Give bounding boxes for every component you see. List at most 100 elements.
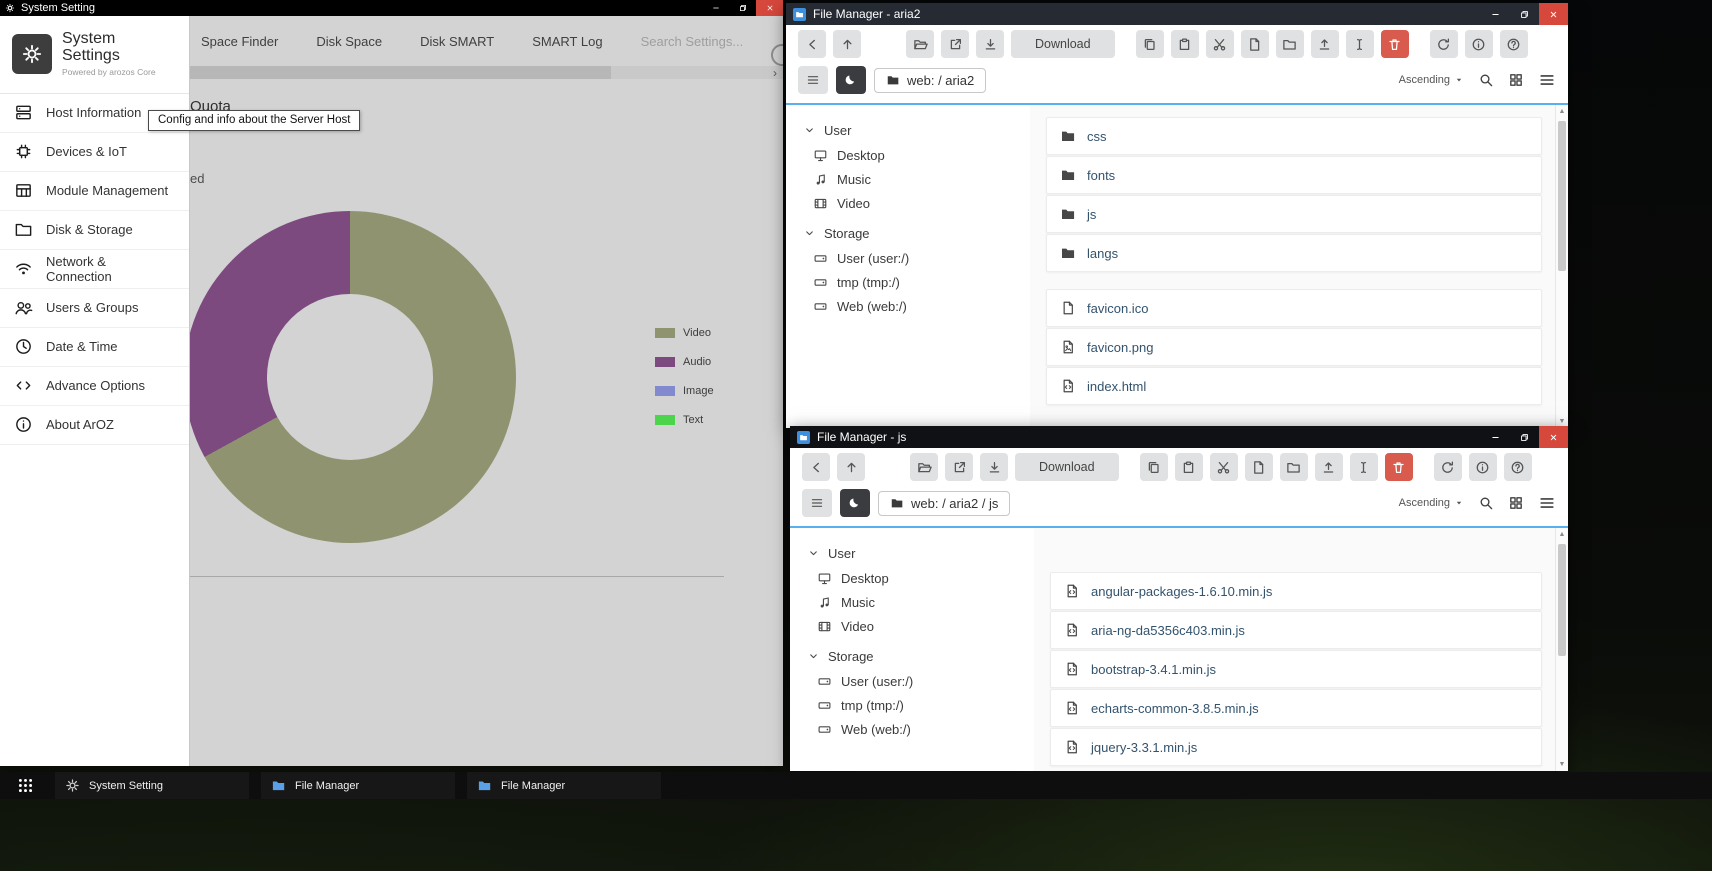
- sidebar-item-users-groups[interactable]: Users & Groups: [0, 289, 189, 328]
- copy-button[interactable]: [1140, 453, 1168, 481]
- sort-order-dropdown[interactable]: Ascending: [1399, 74, 1464, 86]
- scrollbar-thumb[interactable]: [190, 66, 611, 79]
- download-icon-button[interactable]: [980, 453, 1008, 481]
- properties-button[interactable]: [1469, 453, 1497, 481]
- download-icon-button[interactable]: [976, 30, 1004, 58]
- sidebar-item-date-time[interactable]: Date & Time: [0, 328, 189, 367]
- cut-button[interactable]: [1206, 30, 1234, 58]
- scrollbar-thumb[interactable]: [1558, 121, 1566, 271]
- sidebar-item-about-aroz[interactable]: About ArOZ: [0, 406, 189, 445]
- up-button[interactable]: [837, 453, 865, 481]
- tree-item-video[interactable]: Video: [808, 614, 1034, 638]
- vertical-scrollbar[interactable]: ▲ ▼: [1555, 528, 1568, 771]
- rename-button[interactable]: [1346, 30, 1374, 58]
- menu-toggle-button[interactable]: [798, 66, 828, 94]
- horizontal-scrollbar[interactable]: ›: [190, 66, 783, 79]
- tree-item-web-drive[interactable]: Web (web:/): [804, 294, 1030, 318]
- new-folder-button[interactable]: [1280, 453, 1308, 481]
- breadcrumb[interactable]: web: / aria2: [874, 68, 986, 93]
- tab-disk-space[interactable]: Disk Space: [316, 34, 382, 49]
- new-file-button[interactable]: [1241, 30, 1269, 58]
- file-row[interactable]: favicon.png: [1046, 328, 1542, 366]
- scrollbar-thumb[interactable]: [1558, 544, 1566, 656]
- open-folder-button[interactable]: [910, 453, 938, 481]
- restore-button[interactable]: [729, 0, 756, 16]
- scroll-up-icon[interactable]: ▲: [1556, 105, 1568, 118]
- new-folder-button[interactable]: [1276, 30, 1304, 58]
- menu-toggle-button[interactable]: [802, 489, 832, 517]
- download-menu-button[interactable]: Download: [1011, 30, 1115, 58]
- list-view-button[interactable]: [1538, 494, 1556, 512]
- delete-button[interactable]: [1385, 453, 1413, 481]
- folder-row[interactable]: js: [1046, 195, 1542, 233]
- sidebar-item-devices-iot[interactable]: Devices & IoT: [0, 133, 189, 172]
- file-row[interactable]: favicon.ico: [1046, 289, 1542, 327]
- tree-item-video[interactable]: Video: [804, 191, 1030, 215]
- file-row[interactable]: index.html: [1046, 367, 1542, 405]
- upload-button[interactable]: [1311, 30, 1339, 58]
- tab-smart-log[interactable]: SMART Log: [532, 34, 602, 49]
- grid-view-button[interactable]: [1508, 495, 1524, 511]
- minimize-button[interactable]: [1481, 3, 1510, 25]
- app-launcher-button[interactable]: [7, 772, 43, 799]
- maximize-button[interactable]: [1510, 3, 1539, 25]
- folder-row[interactable]: langs: [1046, 234, 1542, 272]
- titlebar[interactable]: File Manager - aria2: [786, 3, 1568, 25]
- scroll-down-icon[interactable]: ▼: [1556, 758, 1568, 771]
- tree-item-user-drive[interactable]: User (user:/): [808, 669, 1034, 693]
- tree-item-desktop[interactable]: Desktop: [808, 566, 1034, 590]
- minimize-button[interactable]: [702, 0, 729, 16]
- taskbar-item-file-manager-2[interactable]: File Manager: [467, 772, 661, 799]
- tree-section-user[interactable]: User: [808, 540, 1034, 566]
- tree-item-tmp-drive[interactable]: tmp (tmp:/): [804, 270, 1030, 294]
- search-button[interactable]: [1478, 495, 1494, 511]
- back-button[interactable]: [798, 30, 826, 58]
- search-button[interactable]: [1478, 72, 1494, 88]
- tree-item-tmp-drive[interactable]: tmp (tmp:/): [808, 693, 1034, 717]
- tree-section-storage[interactable]: Storage: [808, 643, 1034, 669]
- refresh-button[interactable]: [1434, 453, 1462, 481]
- sort-order-dropdown[interactable]: Ascending: [1399, 497, 1464, 509]
- minimize-button[interactable]: [1481, 426, 1510, 448]
- tab-disk-smart[interactable]: Disk SMART: [420, 34, 494, 49]
- settings-search-input[interactable]: [641, 34, 781, 49]
- rename-button[interactable]: [1350, 453, 1378, 481]
- close-button[interactable]: [1539, 3, 1568, 25]
- open-in-new-window-button[interactable]: [941, 30, 969, 58]
- copy-button[interactable]: [1136, 30, 1164, 58]
- close-button[interactable]: [756, 0, 783, 16]
- scroll-up-icon[interactable]: ▲: [1556, 528, 1568, 541]
- list-view-button[interactable]: [1538, 71, 1556, 89]
- taskbar-item-system-setting[interactable]: System Setting: [55, 772, 249, 799]
- delete-button[interactable]: [1381, 30, 1409, 58]
- tree-item-desktop[interactable]: Desktop: [804, 143, 1030, 167]
- breadcrumb[interactable]: web: / aria2 / js: [878, 491, 1010, 516]
- file-row[interactable]: aria-ng-da5356c403.min.js: [1050, 611, 1542, 649]
- file-row[interactable]: echarts-common-3.8.5.min.js: [1050, 689, 1542, 727]
- folder-row[interactable]: css: [1046, 117, 1542, 155]
- tree-item-music[interactable]: Music: [804, 167, 1030, 191]
- open-folder-button[interactable]: [906, 30, 934, 58]
- dark-mode-toggle-button[interactable]: [840, 489, 870, 517]
- tree-section-user[interactable]: User: [804, 117, 1030, 143]
- taskbar-item-file-manager-1[interactable]: File Manager: [261, 772, 455, 799]
- sidebar-item-network-connection[interactable]: Network & Connection: [0, 250, 189, 289]
- back-button[interactable]: [802, 453, 830, 481]
- download-menu-button[interactable]: Download: [1015, 453, 1119, 481]
- user-circle-icon[interactable]: [771, 44, 783, 66]
- file-row[interactable]: angular-packages-1.6.10.min.js: [1050, 572, 1542, 610]
- open-in-new-window-button[interactable]: [945, 453, 973, 481]
- help-button[interactable]: [1504, 453, 1532, 481]
- grid-view-button[interactable]: [1508, 72, 1524, 88]
- new-file-button[interactable]: [1245, 453, 1273, 481]
- sidebar-item-advance-options[interactable]: Advance Options: [0, 367, 189, 406]
- help-button[interactable]: [1500, 30, 1528, 58]
- up-button[interactable]: [833, 30, 861, 58]
- sidebar-item-module-management[interactable]: Module Management: [0, 172, 189, 211]
- paste-button[interactable]: [1171, 30, 1199, 58]
- tree-item-music[interactable]: Music: [808, 590, 1034, 614]
- sidebar-item-disk-storage[interactable]: Disk & Storage: [0, 211, 189, 250]
- properties-button[interactable]: [1465, 30, 1493, 58]
- tree-item-web-drive[interactable]: Web (web:/): [808, 717, 1034, 741]
- close-button[interactable]: [1539, 426, 1568, 448]
